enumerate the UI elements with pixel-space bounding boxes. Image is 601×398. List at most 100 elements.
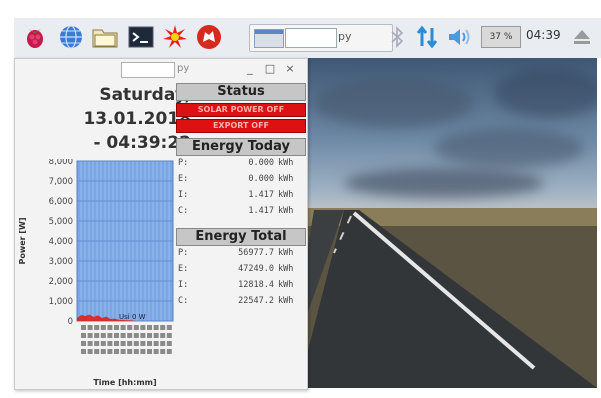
x-tick-label (100, 333, 106, 338)
row-unit: kWh (278, 280, 294, 290)
window-title-field (121, 62, 175, 78)
energy-total-row: I: 12818.4 kWh (176, 279, 304, 292)
y-tick-label: 1,000 (49, 297, 73, 307)
x-tick-label (100, 341, 106, 346)
window-titlebar[interactable]: py _ □ × (15, 59, 307, 81)
row-value: 47249.0 (238, 264, 274, 274)
x-tick-label (94, 341, 100, 346)
x-tick-label (94, 325, 100, 330)
taskbar-window-button[interactable]: py (249, 24, 393, 52)
raspberry-icon[interactable] (22, 24, 48, 50)
x-tick-label (100, 325, 106, 330)
x-tick-label (160, 333, 166, 338)
minimize-button[interactable]: _ (243, 62, 257, 75)
row-value: 0.000 (248, 158, 274, 168)
terminal-icon[interactable] (128, 24, 154, 50)
x-tick-label (153, 325, 159, 330)
bluetooth-icon[interactable] (384, 24, 410, 50)
y-tick-label: 3,000 (49, 257, 73, 267)
x-tick-label (81, 333, 86, 338)
x-tick-label (94, 333, 100, 338)
row-value: 12818.4 (238, 280, 274, 290)
x-tick-label (140, 341, 146, 346)
folder-icon[interactable] (92, 24, 118, 50)
date-time: - 04:39:22 (93, 133, 191, 153)
x-tick-label (133, 325, 139, 330)
legend-label: Usi 0 W (119, 313, 146, 321)
volume-icon[interactable] (447, 24, 473, 50)
x-tick-label (100, 349, 106, 354)
cpu-usage-indicator[interactable]: 37 % (481, 26, 521, 48)
x-tick-label (166, 349, 172, 354)
datetime-display: Saturday, 13.01.2018 - 04:39:22 (71, 83, 191, 155)
y-tick-label: 4,000 (49, 237, 73, 247)
x-tick-label (87, 333, 93, 338)
x-tick-label (94, 349, 100, 354)
x-tick-label (166, 325, 172, 330)
row-key: P: (178, 158, 189, 168)
status-header: Status (176, 83, 306, 101)
y-tick-label: 6,000 (49, 197, 73, 207)
x-tick-label (166, 333, 172, 338)
x-tick-label (140, 325, 146, 330)
export-status: EXPORT OFF (176, 119, 306, 133)
window-thumbnail (254, 29, 284, 48)
x-tick-label (127, 333, 133, 338)
x-tick-label (87, 349, 93, 354)
y-tick-label: 0 (68, 317, 73, 327)
globe-icon[interactable] (58, 24, 84, 50)
burst-icon[interactable] (162, 24, 188, 50)
x-tick-label (147, 349, 152, 354)
wolfram-icon[interactable] (196, 24, 222, 50)
energy-today-row: I: 1.417 kWh (176, 189, 304, 202)
energy-total-row: P: 56977.7 kWh (176, 247, 304, 260)
x-tick-label (107, 349, 113, 354)
power-chart: 8,000 7,000 6,000 5,000 4,000 3,000 2,000 1,000… (18, 159, 174, 387)
x-tick-label (153, 349, 159, 354)
x-tick-label (120, 341, 126, 346)
x-tick-label (140, 349, 146, 354)
x-tick-label (140, 333, 146, 338)
window-title-field (285, 28, 337, 48)
x-tick-label (114, 325, 119, 330)
x-tick-label (160, 341, 166, 346)
x-tick-label (114, 333, 119, 338)
energy-today-row: E: 0.000 kWh (176, 173, 304, 186)
row-unit: kWh (278, 190, 294, 200)
row-key: C: (178, 206, 189, 216)
row-unit: kWh (278, 264, 294, 274)
row-key: E: (178, 174, 189, 184)
energy-total-row: C: 22547.2 kWh (176, 295, 304, 308)
row-key: E: (178, 264, 189, 274)
row-value: 56977.7 (238, 248, 274, 258)
solar-monitor-window: py _ □ × Saturday, 13.01.2018 - 04:39:22… (14, 58, 308, 390)
date-weekday: Saturday, (99, 85, 191, 105)
x-tick-label (120, 333, 126, 338)
energy-today-row: P: 0.000 kWh (176, 157, 304, 170)
x-tick-label (107, 341, 113, 346)
network-arrows-icon[interactable] (414, 24, 440, 50)
x-tick-label (160, 325, 166, 330)
x-tick-label (147, 333, 152, 338)
clock[interactable]: 04:39 (526, 28, 561, 42)
x-axis-label: Time [hh:mm] (93, 378, 156, 387)
x-tick-label (87, 325, 93, 330)
energy-total-row: E: 47249.0 kWh (176, 263, 304, 276)
y-axis-label: Power [W] (18, 217, 27, 264)
x-tick-label (120, 349, 126, 354)
row-key: C: (178, 296, 189, 306)
x-tick-label (107, 325, 113, 330)
x-tick-label (133, 341, 139, 346)
y-tick-label: 5,000 (49, 217, 73, 227)
row-key: I: (178, 190, 189, 200)
maximize-button[interactable]: □ (263, 62, 277, 75)
x-tick-label (81, 341, 86, 346)
eject-icon[interactable] (569, 24, 595, 50)
row-unit: kWh (278, 296, 294, 306)
energy-today-header: Energy Today (176, 138, 306, 156)
row-unit: kWh (278, 158, 294, 168)
x-tick-label (147, 341, 152, 346)
row-value: 0.000 (248, 174, 274, 184)
row-unit: kWh (278, 174, 294, 184)
close-button[interactable]: × (283, 62, 297, 75)
